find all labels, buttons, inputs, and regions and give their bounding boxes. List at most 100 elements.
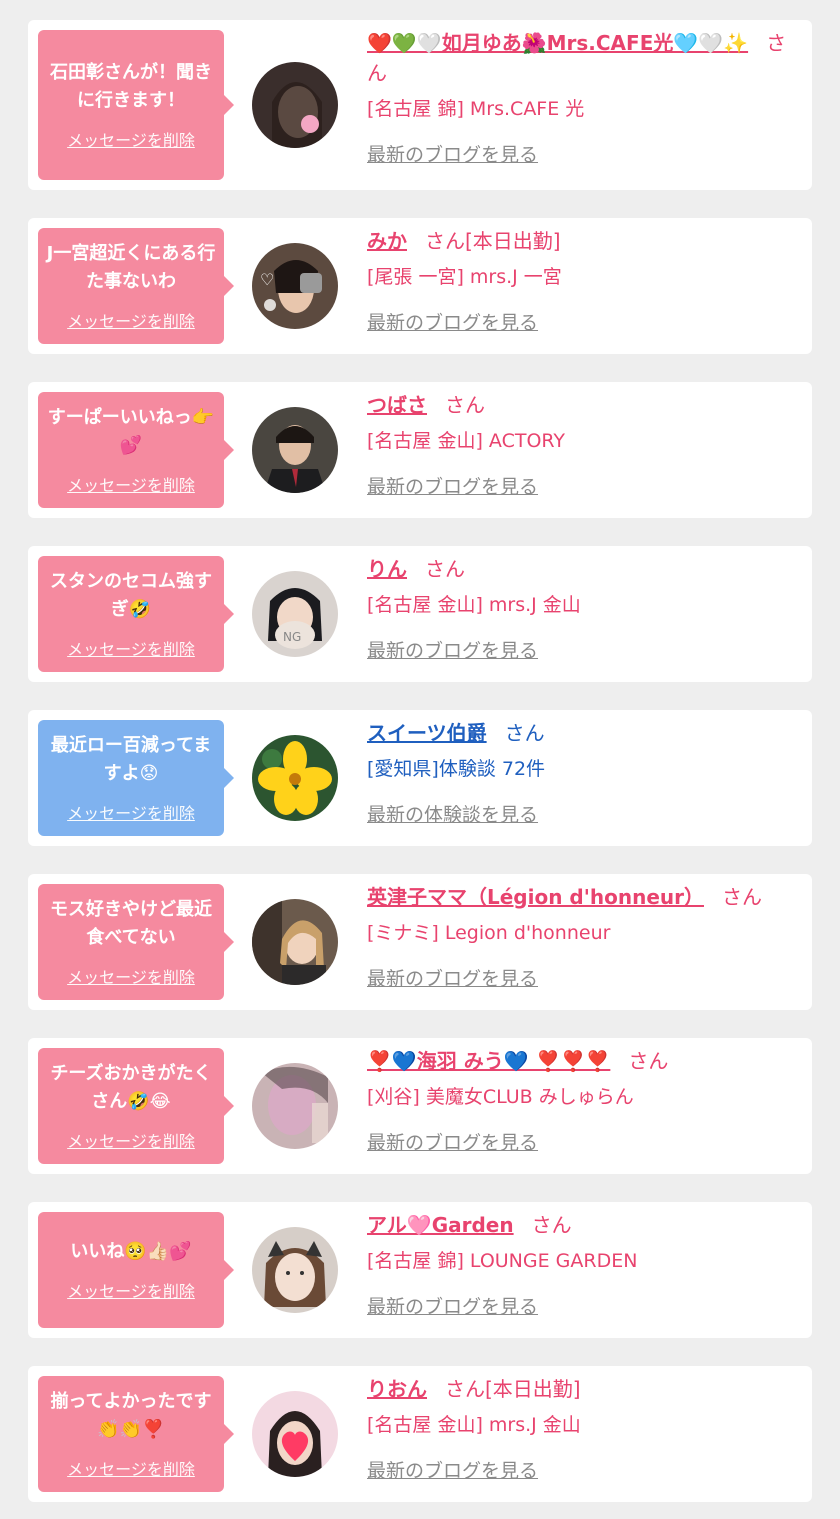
delete-message-link[interactable]: メッセージを削除 xyxy=(67,1128,195,1152)
list-item: いいね🥺👍🏻💕 メッセージを削除 アル🩷Garden さん [名古屋 錦] LOUNGE… xyxy=(28,1202,812,1338)
latest-post-link[interactable]: 最新のブログを見る xyxy=(367,964,802,994)
list-item: 揃ってよかったです👏👏❣️ メッセージを削除 りおん さん[本日出勤] [名古屋 金山]… xyxy=(28,1366,812,1502)
list-item: チーズおかきがたくさん🤣😂 メッセージを削除 ❣️💙海羽 みう💙 ❣️❣️❣️ さん [… xyxy=(28,1038,812,1174)
honorific: さん xyxy=(531,1213,572,1237)
user-name-link[interactable]: 英津子ママ（Légion d'honneur） xyxy=(367,885,704,909)
message-bubble: モス好きやけど最近食べてないメッセージを削除 xyxy=(38,884,234,1000)
message-bubble: J一宮超近くにある行た事ないわメッセージを削除 xyxy=(38,228,234,344)
avatar[interactable] xyxy=(252,62,338,148)
honorific: さん xyxy=(504,721,545,745)
avatar[interactable] xyxy=(252,407,338,493)
shop-label: [名古屋 錦] LOUNGE GARDEN xyxy=(367,1250,638,1272)
shop-label: [名古屋 錦] Mrs.CAFE 光 xyxy=(367,98,585,120)
shop-label: [名古屋 金山] ACTORY xyxy=(367,430,565,452)
message-bubble: 石田彰さんが！聞きに行きます！ メッセージを削除 xyxy=(38,30,234,180)
latest-post-link[interactable]: 最新のブログを見る xyxy=(367,308,802,338)
message-bubble: すーぱーいいねっ👉💕 メッセージを削除 xyxy=(38,392,234,508)
message-text: 揃ってよかったです👏👏❣️ xyxy=(50,1391,212,1440)
user-info: ❣️💙海羽 みう💙 ❣️❣️❣️ さん [刈谷] 美魔女CLUB みしゅらん 最新のブ… xyxy=(367,1046,802,1158)
message-bubble: 揃ってよかったです👏👏❣️ メッセージを削除 xyxy=(38,1376,234,1492)
avatar[interactable]: NG xyxy=(252,571,338,657)
honorific: さん xyxy=(628,1049,669,1073)
name-line: スイーツ伯爵 さん xyxy=(367,718,802,748)
list-item: モス好きやけど最近食べてないメッセージを削除 英津子ママ（Légion d'hon… xyxy=(28,874,812,1010)
message-text: 石田彰さんが！聞きに行きます！ xyxy=(50,62,212,111)
message-list: 石田彰さんが！聞きに行きます！ メッセージを削除 ❤️💚🤍如月ゆあ🌺Mrs.CAFE… xyxy=(0,0,840,1502)
avatar-cat-stickers: ♡ xyxy=(252,243,338,329)
honorific: さん[本日出勤] xyxy=(445,1377,581,1401)
user-info: アル🩷Garden さん [名古屋 錦] LOUNGE GARDEN 最新のブログを見… xyxy=(367,1210,802,1322)
user-info: スイーツ伯爵 さん [愛知県]体験談 72件最新の体験談を見る xyxy=(367,718,802,830)
user-name-link[interactable]: アル🩷Garden xyxy=(367,1213,514,1237)
user-info: りん さん [名古屋 金山] mrs.J 金山最新のブログを見る xyxy=(367,554,802,666)
user-name-link[interactable]: スイーツ伯爵 xyxy=(367,721,487,745)
avatar-ng-mask: NG xyxy=(252,571,338,657)
latest-post-link[interactable]: 最新のブログを見る xyxy=(367,472,802,502)
message-text: モス好きやけど最近食べてない xyxy=(50,899,212,948)
latest-post-link[interactable]: 最新の体験談を見る xyxy=(367,800,802,830)
latest-post-link[interactable]: 最新のブログを見る xyxy=(367,1128,802,1158)
user-info: ❤️💚🤍如月ゆあ🌺Mrs.CAFE光🩵🤍✨ さん [名古屋 錦] Mrs.CAFE … xyxy=(367,28,802,170)
user-info: つばさ さん [名古屋 金山] ACTORY 最新のブログを見る xyxy=(367,390,802,502)
user-info: りおん さん[本日出勤] [名古屋 金山] mrs.J 金山最新のブログを見る xyxy=(367,1374,802,1486)
user-name-link[interactable]: ❣️💙海羽 みう💙 ❣️❣️❣️ xyxy=(367,1049,610,1073)
name-line: りん さん xyxy=(367,554,802,584)
delete-message-link[interactable]: メッセージを削除 xyxy=(67,800,195,824)
avatar-blurred xyxy=(252,1063,338,1149)
latest-post-link[interactable]: 最新のブログを見る xyxy=(367,1456,802,1486)
svg-text:♡: ♡ xyxy=(260,270,274,289)
delete-message-link[interactable]: メッセージを削除 xyxy=(67,1456,195,1480)
user-info: 英津子ママ（Légion d'honneur） さん [ミナミ] Legion d'… xyxy=(367,882,802,994)
delete-message-link[interactable]: メッセージを削除 xyxy=(67,127,195,151)
user-name-link[interactable]: つばさ xyxy=(367,393,427,417)
user-name-link[interactable]: りん xyxy=(367,557,407,581)
list-item: J一宮超近くにある行た事ないわメッセージを削除 ♡ みか さん[本日出勤] [尾張 一宮… xyxy=(28,218,812,354)
delete-message-link[interactable]: メッセージを削除 xyxy=(67,1278,195,1302)
message-bubble: いいね🥺👍🏻💕 メッセージを削除 xyxy=(38,1212,234,1328)
delete-message-link[interactable]: メッセージを削除 xyxy=(67,308,195,332)
avatar[interactable] xyxy=(252,899,338,985)
shop-label: [名古屋 金山] mrs.J 金山 xyxy=(367,1414,581,1436)
delete-message-link[interactable]: メッセージを削除 xyxy=(67,964,195,988)
avatar-dark-hair xyxy=(252,62,338,148)
latest-post-link[interactable]: 最新のブログを見る xyxy=(367,140,802,170)
honorific: さん[本日出勤] xyxy=(425,229,561,253)
message-text: 最近ロー百減ってますよ😟 xyxy=(50,735,212,784)
message-text: J一宮超近くにある行た事ないわ xyxy=(46,243,216,292)
latest-post-link[interactable]: 最新のブログを見る xyxy=(367,1292,802,1322)
avatar[interactable] xyxy=(252,735,338,821)
avatar-yellow-flower xyxy=(252,735,338,821)
list-item: 最近ロー百減ってますよ😟 メッセージを削除 スイーツ伯爵 さん [愛知県]体験談 72件… xyxy=(28,710,812,846)
latest-post-link[interactable]: 最新のブログを見る xyxy=(367,636,802,666)
delete-message-link[interactable]: メッセージを削除 xyxy=(67,636,195,660)
name-line: みか さん[本日出勤] xyxy=(367,226,802,256)
shop-label: [愛知県]体験談 72件 xyxy=(367,758,546,780)
honorific: さん xyxy=(721,885,762,909)
avatar[interactable] xyxy=(252,1063,338,1149)
honorific: さん xyxy=(425,557,465,581)
shop-label: [名古屋 金山] mrs.J 金山 xyxy=(367,594,581,616)
honorific: さん xyxy=(445,393,485,417)
avatar[interactable]: ♡ xyxy=(252,243,338,329)
user-name-link[interactable]: りおん xyxy=(367,1377,427,1401)
delete-message-link[interactable]: メッセージを削除 xyxy=(67,472,195,496)
name-line: りおん さん[本日出勤] xyxy=(367,1374,802,1404)
message-bubble: スタンのセコム強すぎ🤣 メッセージを削除 xyxy=(38,556,234,672)
user-name-link[interactable]: みか xyxy=(367,229,407,253)
name-line: つばさ さん xyxy=(367,390,802,420)
message-text: チーズおかきがたくさん🤣😂 xyxy=(50,1063,212,1112)
user-name-link[interactable]: ❤️💚🤍如月ゆあ🌺Mrs.CAFE光🩵🤍✨ xyxy=(367,31,748,55)
message-text: いいね🥺👍🏻💕 xyxy=(70,1241,192,1262)
avatar-male-suit xyxy=(252,407,338,493)
user-info: みか さん[本日出勤] [尾張 一宮] mrs.J 一宮 最新のブログを見る xyxy=(367,226,802,338)
list-item: 石田彰さんが！聞きに行きます！ メッセージを削除 ❤️💚🤍如月ゆあ🌺Mrs.CAFE… xyxy=(28,20,812,190)
message-bubble: チーズおかきがたくさん🤣😂 メッセージを削除 xyxy=(38,1048,234,1164)
avatar[interactable] xyxy=(252,1391,338,1477)
name-line: ❣️💙海羽 みう💙 ❣️❣️❣️ さん xyxy=(367,1046,802,1076)
avatar-blonde xyxy=(252,899,338,985)
list-item: スタンのセコム強すぎ🤣 メッセージを削除 NG りん さん [名古屋 金山] mrs.J … xyxy=(28,546,812,682)
message-text: すーぱーいいねっ👉💕 xyxy=(47,407,215,456)
avatar[interactable] xyxy=(252,1227,338,1313)
svg-text:NG: NG xyxy=(283,630,301,644)
avatar-cat-ears xyxy=(252,1227,338,1313)
